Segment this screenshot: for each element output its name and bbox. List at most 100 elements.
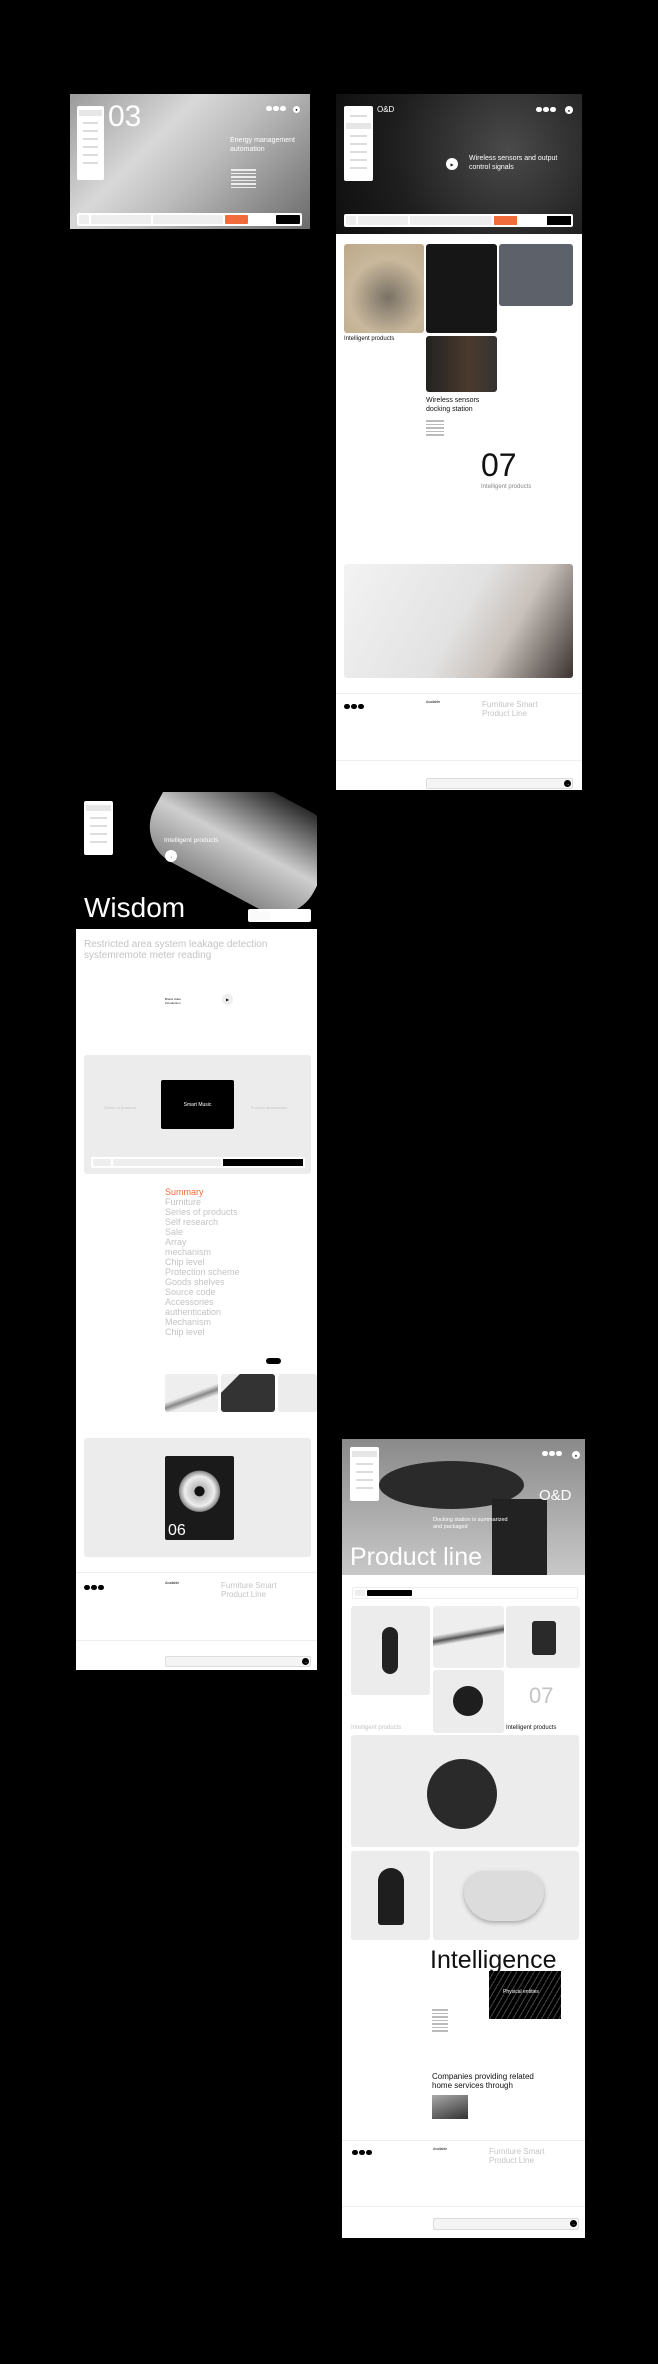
hero-title: Energy management automation: [230, 137, 295, 153]
product-card[interactable]: [426, 244, 497, 333]
cart-button[interactable]: [547, 216, 571, 225]
side-menu[interactable]: [77, 106, 104, 180]
brand: O&D: [539, 1487, 572, 1504]
companies-image[interactable]: [432, 2095, 468, 2119]
logo[interactable]: [536, 107, 556, 112]
smart-music-card[interactable]: Smart Music: [161, 1080, 234, 1129]
submit-button[interactable]: →: [570, 2220, 577, 2227]
summary-item[interactable]: Chip level: [165, 1257, 240, 1267]
bottom-bar[interactable]: [344, 214, 573, 227]
play-button[interactable]: ▶: [446, 158, 458, 170]
panel-energy: 03 ● Energy management automation: [70, 94, 310, 229]
panel-product-line: ● O&D Docking station is summarized and …: [342, 1439, 585, 2238]
video-label: Brand video introduction: [165, 997, 182, 1005]
email-input[interactable]: [165, 1656, 311, 1667]
logo[interactable]: [542, 1451, 562, 1456]
entities-image[interactable]: [489, 1971, 561, 2019]
email-input[interactable]: [426, 778, 573, 789]
pagination-dots[interactable]: [266, 1358, 281, 1364]
feature-image: [344, 564, 573, 678]
divider: [336, 693, 582, 694]
card-title: Intelligent products: [344, 336, 395, 342]
brand: O&D: [377, 105, 395, 114]
panel-wireless: O&D ● ▶ Wireless sensors and output cont…: [336, 94, 582, 790]
email-input[interactable]: [433, 2218, 579, 2230]
video-play-button[interactable]: ▶: [222, 994, 233, 1005]
side-menu[interactable]: [350, 1447, 379, 1501]
footer-available: Available: [165, 1581, 180, 1585]
product-image: [464, 1871, 544, 1921]
hero-caption: Intelligent products: [164, 837, 219, 844]
product-image: [427, 1759, 497, 1829]
order-button[interactable]: [225, 215, 248, 224]
spec-list: [426, 420, 444, 438]
hero-title: Wireless sensors and output control sign…: [469, 155, 558, 171]
logo[interactable]: [266, 106, 286, 111]
summary-item[interactable]: Mechanism: [165, 1317, 240, 1327]
summary-item[interactable]: Accessories: [165, 1297, 240, 1307]
footer-title: Furniture Smart Product Line: [489, 2147, 545, 2165]
summary-list: Summary Furniture Series of products Self r…: [165, 1187, 240, 1337]
summary-item[interactable]: Sale: [165, 1227, 240, 1237]
summary-item[interactable]: authentication: [165, 1307, 240, 1317]
product-image: [453, 1686, 483, 1716]
menu-button[interactable]: ●: [565, 106, 573, 114]
summary-item[interactable]: Source code: [165, 1287, 240, 1297]
hero-text: [231, 169, 256, 190]
tab-active[interactable]: [367, 1590, 412, 1596]
thumbnail[interactable]: [221, 1374, 275, 1412]
product-card[interactable]: [344, 244, 424, 333]
carousel-left-label[interactable]: Series of products: [104, 1105, 136, 1110]
number-caption: Intelligent products: [481, 484, 532, 490]
footer-logo[interactable]: [84, 1585, 104, 1590]
side-menu[interactable]: [344, 106, 373, 181]
summary-item[interactable]: Self research: [165, 1217, 240, 1227]
submit-button[interactable]: →: [302, 1658, 309, 1665]
thumbnail[interactable]: [165, 1374, 218, 1412]
summary-item[interactable]: mechanism: [165, 1247, 240, 1257]
summary-item[interactable]: Goods shelves: [165, 1277, 240, 1287]
summary-item[interactable]: Summary: [165, 1187, 240, 1197]
footer-logo[interactable]: [344, 704, 364, 709]
carousel-bar[interactable]: [91, 1157, 305, 1168]
submit-button[interactable]: →: [564, 780, 571, 787]
product-image: [382, 1627, 398, 1674]
menu-button[interactable]: ●: [572, 1451, 580, 1459]
side-menu[interactable]: [84, 801, 113, 855]
smart-music-label: Smart Music: [183, 1101, 212, 1108]
hero-word: Wisdom: [84, 892, 186, 923]
summary-item[interactable]: Array: [165, 1237, 240, 1247]
product-card[interactable]: [499, 244, 573, 306]
product-card[interactable]: [433, 1606, 504, 1668]
product-card[interactable]: [426, 336, 497, 392]
footer-title: Furniture Smart Product Line: [221, 1581, 277, 1599]
play-button[interactable]: ↓: [165, 850, 177, 862]
big-number: 07: [481, 447, 517, 483]
pagination[interactable]: [248, 909, 311, 922]
divider: [76, 1572, 317, 1573]
slide-number: 03: [108, 100, 142, 133]
cart-button[interactable]: [276, 215, 300, 224]
product-image: [378, 1868, 404, 1925]
bottom-bar[interactable]: [77, 213, 302, 226]
footer-available: Available: [426, 700, 441, 704]
product-image: [532, 1621, 556, 1655]
big-number: 07: [529, 1683, 554, 1708]
order-button[interactable]: [494, 216, 517, 225]
divider: [342, 2206, 585, 2207]
thumbnail[interactable]: [278, 1374, 317, 1412]
category-tabs[interactable]: [352, 1587, 578, 1599]
summary-item[interactable]: Chip level: [165, 1327, 240, 1337]
spec-list: [432, 2009, 448, 2034]
carousel-right-label[interactable]: Product accessories: [251, 1105, 287, 1110]
summary-item[interactable]: Furniture: [165, 1197, 240, 1207]
divider: [76, 1640, 317, 1641]
divider: [336, 760, 582, 761]
menu-button[interactable]: ●: [293, 106, 300, 113]
footer-logo[interactable]: [352, 2150, 372, 2155]
divider: [342, 2140, 585, 2141]
hero-stand: [492, 1499, 547, 1575]
entities-label: Physical entities: [503, 1989, 539, 1995]
summary-item[interactable]: Protection scheme: [165, 1267, 240, 1277]
summary-item[interactable]: Series of products: [165, 1207, 240, 1217]
